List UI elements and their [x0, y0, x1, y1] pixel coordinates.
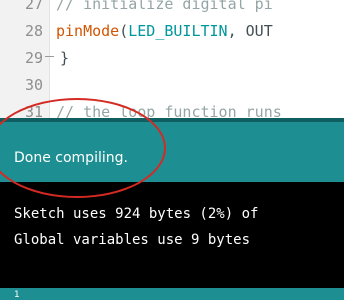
console-line: Global variables use 9 bytes — [14, 232, 251, 248]
code-comment: // initialize digital pi — [56, 0, 273, 13]
code-line: 27 // initialize digital pi — [0, 0, 344, 16]
open-paren: ( — [119, 22, 129, 40]
arduino-ide-window: 27 // initialize digital pi 28 pinMode(L… — [0, 0, 344, 300]
code-comment: // the loop function runs — [56, 103, 282, 118]
cursor-line-number: 1 — [14, 290, 20, 300]
fold-end-marker — [45, 56, 54, 57]
line-number: 28 — [24, 22, 43, 40]
code-editor[interactable]: 27 // initialize digital pi 28 pinMode(L… — [0, 0, 344, 118]
function-keyword: pinMode — [56, 22, 120, 40]
code-line: 31 // the loop function runs — [0, 100, 344, 118]
compile-status-bar: Done compiling. — [0, 118, 344, 182]
output-console[interactable]: Sketch uses 924 bytes (2%) of Global var… — [0, 182, 344, 288]
line-number: 29 — [24, 49, 43, 67]
status-message: Done compiling. — [14, 150, 128, 166]
code-rest: , OUT — [227, 22, 273, 40]
line-number: 31 — [24, 103, 43, 118]
bottom-status-bar: 1 — [0, 288, 344, 300]
code-statement: pinMode(LED_BUILTIN, OUT — [56, 19, 273, 43]
closing-brace: } — [60, 49, 70, 67]
code-line: 30 — [0, 73, 344, 97]
code-line: 28 pinMode(LED_BUILTIN, OUT — [0, 19, 344, 43]
code-line: 29 } — [0, 46, 344, 70]
console-line: Sketch uses 924 bytes (2%) of — [14, 206, 259, 222]
line-number: 27 — [24, 0, 43, 13]
line-number: 30 — [24, 76, 43, 94]
constant-name: LED_BUILTIN — [128, 22, 228, 40]
